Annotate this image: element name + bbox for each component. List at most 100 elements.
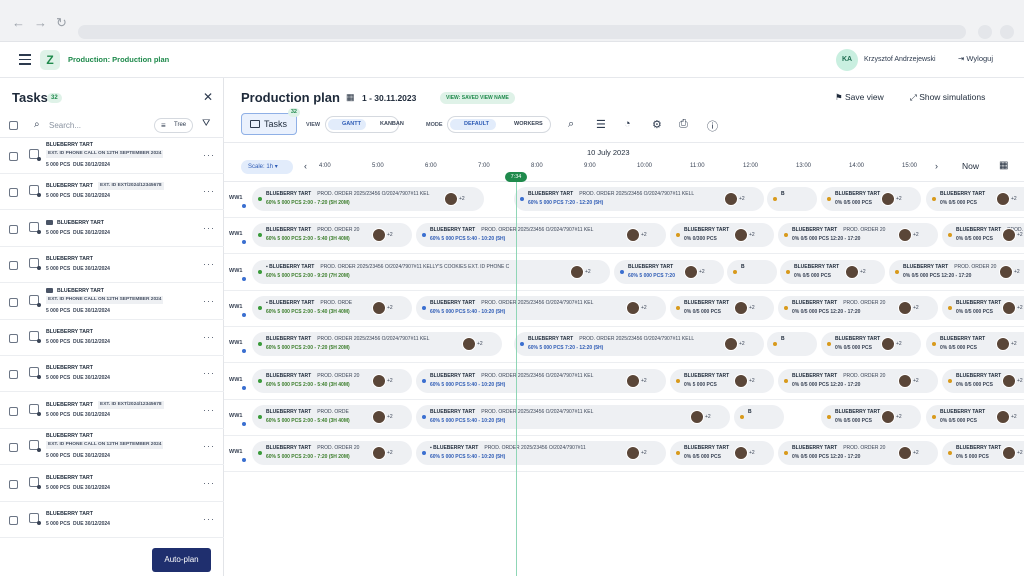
more-icon[interactable]: ··· bbox=[203, 186, 215, 196]
gantt-task-bar[interactable]: BLUEBERRY TART PROD. ORDER 2025/23456 O/2… bbox=[252, 187, 484, 211]
task-row[interactable]: BLUEBERRY TART 5 000 PCS DUE 30/12/2024 ··… bbox=[0, 466, 224, 502]
task-checkbox[interactable] bbox=[9, 152, 18, 161]
more-icon[interactable]: ··· bbox=[203, 368, 215, 378]
task-checkbox[interactable] bbox=[9, 188, 18, 198]
task-checkbox[interactable] bbox=[9, 224, 18, 234]
gantt-task-bar[interactable]: BLUEBERRY TART PROD. ORDER 2025/23456 O/2… bbox=[514, 332, 764, 357]
gantt-task-bar[interactable]: BLUEBERRY TART 0% 0/5 000 PCS +2 bbox=[821, 332, 921, 357]
address-bar[interactable] bbox=[78, 25, 966, 39]
more-icon[interactable]: ··· bbox=[203, 478, 215, 488]
task-checkbox[interactable] bbox=[9, 443, 18, 453]
default-option[interactable]: DEFAULT bbox=[450, 119, 496, 130]
task-row[interactable]: BLUEBERRY TART 5 000 PCS DUE 30/12/2024 ··… bbox=[0, 356, 224, 393]
task-row[interactable]: BLUEBERRY TART 5 000 PCS DUE 30/12/2024 ··… bbox=[0, 247, 224, 284]
gantt-task-bar[interactable]: BLUEBERRY TART 0% 0/5 000 PCS +2 bbox=[821, 404, 921, 429]
gantt-task-bar[interactable]: ▪ BLUEBERRY TART PROD. ORDER 2025/23456 O… bbox=[416, 441, 666, 466]
task-row[interactable]: BLUEBERRY TART 5 000 PCS DUE 30/12/2024 ··… bbox=[0, 320, 224, 356]
more-icon[interactable]: ··· bbox=[203, 332, 215, 342]
gantt-task-bar[interactable]: BLUEBERRY TART 0% 5 000 PCS +2 bbox=[942, 441, 1024, 466]
gantt-task-bar[interactable]: BLUEBERRY TART 0% 0/300 PCS +2 bbox=[670, 223, 774, 248]
task-checkbox[interactable] bbox=[9, 479, 18, 489]
task-checkbox[interactable] bbox=[9, 406, 18, 416]
gantt-task-bar[interactable]: BLUEBERRY TART PROD. ORDER 20 60% 5 000 PC… bbox=[252, 223, 412, 248]
gantt-task-bar[interactable]: BLUEBERRY TART 0% 0/5 000 PCS +2 bbox=[670, 441, 774, 466]
gantt-task-bar[interactable]: B bbox=[767, 332, 817, 357]
more-icon[interactable]: ··· bbox=[203, 405, 215, 415]
task-checkbox[interactable] bbox=[9, 334, 18, 343]
gantt-task-bar[interactable]: BLUEBERRY TARTPROD. ORDER 200% 0/5 000 P… bbox=[942, 223, 1024, 248]
more-icon[interactable]: ··· bbox=[203, 296, 215, 306]
browser-profile-icon[interactable] bbox=[978, 25, 992, 39]
more-icon[interactable]: ··· bbox=[203, 150, 215, 160]
tasks-toggle-button[interactable]: Tasks 32 bbox=[241, 108, 300, 135]
calendar-icon[interactable]: ▦ bbox=[999, 160, 1008, 171]
sliders-icon[interactable]: ☰ bbox=[596, 118, 606, 131]
task-row[interactable]: BLUEBERRY TART EXT. ID PHONE CALL ON 12TH… bbox=[0, 284, 224, 320]
gantt-task-bar[interactable]: B bbox=[727, 259, 777, 284]
gantt-task-bar[interactable]: ▪ BLUEBERRY TART PROD. ORDE 60% 5 000 PCS … bbox=[252, 295, 412, 320]
filter-icon[interactable]: ⛛ bbox=[202, 118, 210, 129]
gantt-task-bar[interactable]: B bbox=[734, 404, 784, 429]
gauge-icon[interactable]: ◔ bbox=[624, 118, 631, 130]
next-icon[interactable]: › bbox=[935, 161, 938, 171]
gantt-task-bar[interactable]: BLUEBERRY TART PROD. ORDER 2025/23456 O/2… bbox=[416, 295, 666, 320]
gantt-task-bar[interactable]: BLUEBERRY TART 0% 0/5 000 PCS +2 bbox=[926, 187, 1024, 211]
gantt-task-bar[interactable]: BLUEBERRY TART PROD. ORDE 60% 5 000 PCS 2:… bbox=[252, 404, 412, 429]
more-icon[interactable]: ··· bbox=[203, 259, 215, 269]
kanban-option[interactable]: KANBAN bbox=[366, 119, 404, 130]
gantt-task-bar[interactable]: BLUEBERRY TART 0% 0/5 000 PCS +2 bbox=[926, 404, 1024, 429]
gantt-task-bar[interactable]: B bbox=[767, 187, 817, 211]
gantt-task-bar[interactable]: BLUEBERRY TART 0% 0/5 000 PCS +2 bbox=[926, 332, 1024, 357]
task-row[interactable]: BLUEBERRY TART EXT. ID PHONE CALL ON 12TH… bbox=[0, 138, 224, 174]
gantt-task-bar[interactable]: BLUEBERRY TART 0% 0/5 000 PCS +2 bbox=[670, 295, 774, 320]
save-view-button[interactable]: ⚑ Save view bbox=[835, 92, 884, 103]
reload-icon[interactable]: ↻ bbox=[56, 15, 67, 31]
gantt-task-bar[interactable]: BLUEBERRY TART PROD. ORDER 20 60% 5 000 PC… bbox=[252, 441, 412, 466]
gantt-task-bar[interactable]: BLUEBERRY TART PROD. ORDER 2025/23456 O/2… bbox=[416, 223, 666, 248]
task-row[interactable]: BLUEBERRY TART EXT. ID PHONE CALL ON 12TH… bbox=[0, 429, 224, 466]
show-simulations-button[interactable]: ⤢ Show simulations bbox=[910, 92, 985, 103]
gantt-task-bar[interactable]: BLUEBERRY TART 0% 0/5 000 PCS +2 bbox=[942, 295, 1024, 320]
avatar[interactable]: KA bbox=[836, 49, 858, 71]
back-icon[interactable]: ← bbox=[12, 15, 25, 30]
gantt-task-bar[interactable]: BLUEBERRY TART PROD. ORDER 20 60% 5 000 PC… bbox=[252, 368, 412, 393]
gantt-task-bar[interactable]: BLUEBERRY TART 0% 0/5 000 PCS +2 bbox=[942, 368, 1024, 393]
gantt-task-bar[interactable]: BLUEBERRY TARTPROD. ORDER 200% 0/5 000 P… bbox=[778, 223, 938, 248]
prev-icon[interactable]: ‹ bbox=[304, 161, 307, 171]
auto-plan-button[interactable]: Auto-plan bbox=[152, 548, 211, 572]
date-range[interactable]: 1 - 30.11.2023 bbox=[362, 93, 416, 103]
task-row[interactable]: BLUEBERRY TART 5 000 PCS DUE 30/12/2024 ··… bbox=[0, 502, 224, 538]
task-checkbox[interactable] bbox=[9, 516, 18, 525]
export-icon[interactable]: ⎙ bbox=[679, 118, 688, 131]
tree-toggle[interactable]: ≡ Tree bbox=[154, 118, 193, 133]
gantt-task-bar[interactable]: BLUEBERRY TART 0% 5 000 PCS +2 bbox=[670, 368, 774, 393]
more-icon[interactable]: ··· bbox=[203, 223, 215, 233]
logout-button[interactable]: ⇥ Wyloguj bbox=[958, 54, 993, 63]
menu-icon[interactable] bbox=[19, 54, 31, 68]
more-icon[interactable]: ··· bbox=[203, 514, 215, 524]
gantt-task-bar[interactable]: ▪ BLUEBERRY TART PROD. ORDER 2025/23456 O… bbox=[252, 259, 610, 284]
search-input[interactable]: Search... bbox=[49, 121, 81, 130]
gantt-task-bar[interactable]: BLUEBERRY TART PROD. ORDER 2025/23456 O/2… bbox=[514, 187, 764, 211]
select-all-checkbox[interactable] bbox=[9, 121, 18, 130]
gantt-task-bar[interactable]: BLUEBERRY TART 0% 0/5 000 PCS +2 bbox=[821, 187, 921, 211]
gantt-task-bar[interactable]: BLUEBERRY TART 0% 0/5 000 PCS +2 bbox=[780, 259, 885, 284]
gantt-task-bar[interactable]: BLUEBERRY TARTPROD. ORDER 200% 0/5 000 P… bbox=[778, 441, 938, 466]
gantt-task-bar[interactable]: BLUEBERRY TART PROD. ORDER 2025/23456 O/2… bbox=[252, 332, 502, 357]
task-checkbox[interactable] bbox=[9, 297, 18, 307]
task-row[interactable]: BLUEBERRY TART EXT. ID EXT/2024/12345678 5… bbox=[0, 174, 224, 211]
search-icon[interactable]: ⌕ bbox=[568, 118, 574, 131]
more-icon[interactable]: ··· bbox=[203, 441, 215, 451]
help-icon[interactable]: ⓘ bbox=[707, 118, 718, 134]
close-icon[interactable]: ✕ bbox=[203, 90, 213, 104]
gantt-task-bar[interactable]: BLUEBERRY TARTPROD. ORDER 200% 0/5 000 P… bbox=[778, 295, 938, 320]
task-row[interactable]: BLUEBERRY TART 5 000 PCS DUE 30/12/2024 ··… bbox=[0, 211, 224, 247]
gantt-task-bar[interactable]: BLUEBERRY TARTPROD. ORDER 200% 0/5 000 P… bbox=[778, 368, 938, 393]
forward-icon[interactable]: → bbox=[34, 15, 47, 30]
scale-select[interactable]: Scale: 1h ▾ bbox=[241, 160, 293, 174]
now-button[interactable]: Now bbox=[962, 161, 979, 171]
gear-icon[interactable]: ⚙ bbox=[652, 118, 662, 131]
task-checkbox[interactable] bbox=[9, 261, 18, 271]
gantt-task-bar[interactable]: BLUEBERRY TARTPROD. ORDER 200% 0/5 000 P… bbox=[889, 259, 1024, 284]
browser-menu-icon[interactable] bbox=[1000, 25, 1014, 39]
